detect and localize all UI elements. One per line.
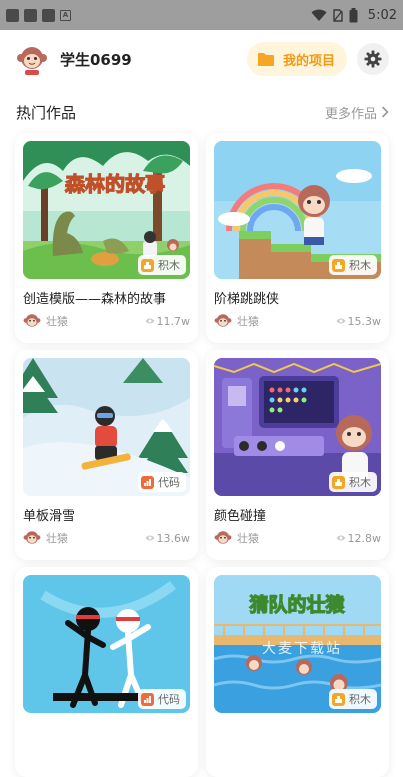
view-count-value: 15.3w xyxy=(347,314,382,328)
avatar[interactable] xyxy=(16,43,48,75)
my-projects-label: 我的项目 xyxy=(282,53,335,69)
view-count: 11.7w xyxy=(145,314,191,328)
work-thumbnail: 代码 xyxy=(23,575,190,713)
chevron-right-icon xyxy=(381,106,389,118)
work-title: 阶梯跳跳侠 xyxy=(214,292,280,307)
work-meta: 壮猿 11.7w xyxy=(23,311,190,331)
type-badge: 积木 xyxy=(329,255,377,275)
more-works-label: 更多作品 xyxy=(324,106,377,122)
section-title: 热门作品 xyxy=(16,103,77,122)
blocks-icon xyxy=(332,475,345,489)
work-meta: 壮猿 13.6w xyxy=(23,528,190,548)
author-name: 壮猿 xyxy=(237,315,259,328)
work-title: 单板滑雪 xyxy=(23,509,76,524)
badge-label: 积木 xyxy=(349,259,371,272)
code-icon xyxy=(141,692,154,706)
clock: 5:02 xyxy=(367,7,397,23)
work-thumbnail: 代码 xyxy=(23,358,190,496)
font-notification-icon: A xyxy=(60,9,71,21)
profile-header: 学生0699 我的项目 xyxy=(16,40,389,78)
badge-label: 积木 xyxy=(158,259,180,272)
eye-icon xyxy=(145,318,154,324)
badge-label: 代码 xyxy=(158,476,180,489)
notification-icon xyxy=(6,8,19,22)
hot-works-header: 热门作品 更多作品 xyxy=(16,100,389,124)
notification-icons: A xyxy=(6,8,71,22)
work-title: 颜色碰撞 xyxy=(214,509,267,524)
author-name: 壮猿 xyxy=(46,315,68,328)
work-thumbnail: 森林的故事 积木 xyxy=(23,141,190,279)
work-card[interactable]: 积木 颜色碰撞 壮猿 12.8w xyxy=(206,350,389,560)
work-card[interactable]: 积木 阶梯跳跳侠 壮猿 15.3w xyxy=(206,133,389,343)
work-card[interactable]: 代码 单板滑雪 壮猿 13.6w xyxy=(15,350,198,560)
eye-icon xyxy=(336,318,345,324)
image-title: 猜队的壮猿 xyxy=(249,593,345,616)
badge-label: 代码 xyxy=(158,693,180,706)
author-avatar xyxy=(214,529,232,547)
monkey-avatar-icon xyxy=(214,531,232,544)
settings-button[interactable] xyxy=(357,43,389,75)
notification-icon xyxy=(24,8,37,22)
eye-icon xyxy=(336,535,345,541)
author-name: 壮猿 xyxy=(237,532,259,545)
work-card[interactable]: 猜队的壮猿 积木 xyxy=(206,567,389,777)
type-badge: 积木 xyxy=(329,689,377,709)
eye-icon xyxy=(145,535,154,541)
more-works-link[interactable]: 更多作品 xyxy=(325,103,389,122)
view-count: 15.3w xyxy=(336,314,382,328)
view-count-value: 11.7w xyxy=(156,314,191,328)
view-count: 13.6w xyxy=(145,531,191,545)
blocks-icon xyxy=(141,258,154,272)
badge-label: 积木 xyxy=(349,476,371,489)
type-badge: 代码 xyxy=(138,472,186,492)
status-bar: A 5:02 xyxy=(0,0,403,30)
my-projects-button[interactable]: 我的项目 xyxy=(246,42,347,76)
no-sim-icon xyxy=(333,8,343,22)
work-title: 创造模版——森林的故事 xyxy=(23,292,167,307)
notification-icon xyxy=(42,8,55,22)
view-count: 12.8w xyxy=(336,531,382,545)
author-avatar xyxy=(23,529,41,547)
type-badge: 代码 xyxy=(138,689,186,709)
author-avatar xyxy=(214,312,232,330)
username: 学生0699 xyxy=(60,50,132,69)
code-icon xyxy=(141,475,154,489)
work-thumbnail: 积木 xyxy=(214,141,381,279)
wifi-icon xyxy=(311,9,327,21)
watermark-text: 大麦下载站 xyxy=(262,641,342,657)
work-thumbnail: 积木 xyxy=(214,358,381,496)
type-badge: 积木 xyxy=(138,255,186,275)
badge-label: 积木 xyxy=(349,693,371,706)
monkey-avatar-icon xyxy=(17,47,47,75)
author-name: 壮猿 xyxy=(46,532,68,545)
work-card[interactable]: 森林的故事 积木 创造模版——森林的故事 壮猿 11.7w xyxy=(15,133,198,343)
author-avatar xyxy=(23,312,41,330)
blocks-icon xyxy=(332,258,345,272)
monkey-avatar-icon xyxy=(214,314,232,327)
battery-icon xyxy=(349,7,358,22)
image-title: 森林的故事 xyxy=(65,172,165,196)
view-count-value: 13.6w xyxy=(156,531,191,545)
work-meta: 壮猿 15.3w xyxy=(214,311,381,331)
monkey-avatar-icon xyxy=(23,314,41,327)
work-meta: 壮猿 12.8w xyxy=(214,528,381,548)
type-badge: 积木 xyxy=(329,472,377,492)
work-card[interactable]: 代码 xyxy=(15,567,198,777)
blocks-icon xyxy=(332,692,345,706)
folder-icon xyxy=(257,52,274,66)
gear-icon xyxy=(364,50,382,68)
monkey-avatar-icon xyxy=(23,531,41,544)
view-count-value: 12.8w xyxy=(347,531,382,545)
